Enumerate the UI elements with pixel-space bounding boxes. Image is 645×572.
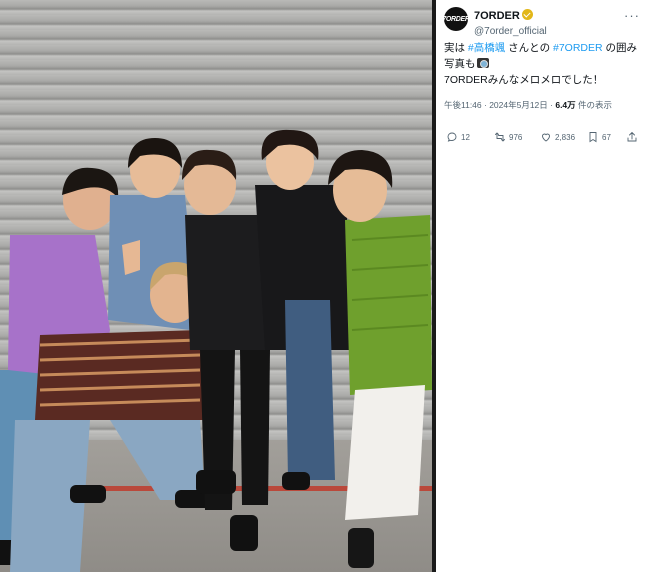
verified-badge-icon — [521, 9, 533, 20]
user-handle[interactable]: @7order_official — [474, 26, 547, 37]
action-bar: 12 976 2,836 67 — [444, 131, 640, 149]
tweet-text-part: 実は — [444, 42, 468, 54]
heart-icon — [542, 133, 550, 142]
bookmark-icon — [589, 132, 597, 143]
tweet-text: 実は #高橋颯 さんとの #7ORDER の囲み写真も 7ORDERみんなメロメ… — [444, 40, 642, 88]
views-count: 6.4万 — [555, 100, 576, 110]
hashtag-link[interactable]: #7ORDER — [553, 42, 603, 54]
tweet-text-line2: 7ORDERみんなメロメロでした！ — [444, 74, 604, 86]
bookmark-button[interactable]: 67 — [587, 131, 611, 143]
reply-count: 12 — [461, 132, 470, 142]
share-icon — [627, 131, 637, 142]
bookmark-count: 67 — [602, 132, 611, 142]
like-count: 2,836 — [555, 132, 576, 142]
tweet-screenshot: 7ORDER 7ORDER @7order_official ··· 実は #高… — [0, 0, 645, 572]
author-names: 7ORDER @7order_official — [474, 6, 547, 37]
more-options-icon[interactable]: ··· — [624, 8, 640, 23]
timestamp[interactable]: 午後11:46 · 2024年5月12日 · — [444, 100, 555, 110]
group-figures — [0, 129, 432, 572]
like-button[interactable]: 2,836 — [540, 131, 575, 143]
tweet-photo[interactable] — [0, 0, 432, 572]
person-green-shirt — [328, 150, 432, 568]
tweet-text-part: さんとの — [505, 42, 553, 54]
reply-icon — [447, 132, 457, 142]
tweet-meta: 午後11:46 · 2024年5月12日 · 6.4万 件の表示 — [444, 99, 644, 111]
camera-emoji-icon — [476, 58, 489, 68]
display-name[interactable]: 7ORDER — [474, 10, 520, 22]
hashtag-link[interactable]: #高橋颯 — [468, 42, 505, 54]
tweet-header: 7ORDER 7ORDER @7order_official ··· — [442, 4, 644, 37]
share-button[interactable] — [626, 131, 638, 143]
tweet-panel: 7ORDER 7ORDER @7order_official ··· 実は #高… — [436, 0, 645, 572]
views-label: 件の表示 — [575, 100, 613, 110]
reply-button[interactable]: 12 — [446, 131, 470, 143]
retweet-icon — [495, 132, 505, 142]
retweet-count: 976 — [509, 132, 523, 142]
retweet-button[interactable]: 976 — [494, 131, 522, 143]
avatar[interactable]: 7ORDER — [442, 7, 470, 31]
